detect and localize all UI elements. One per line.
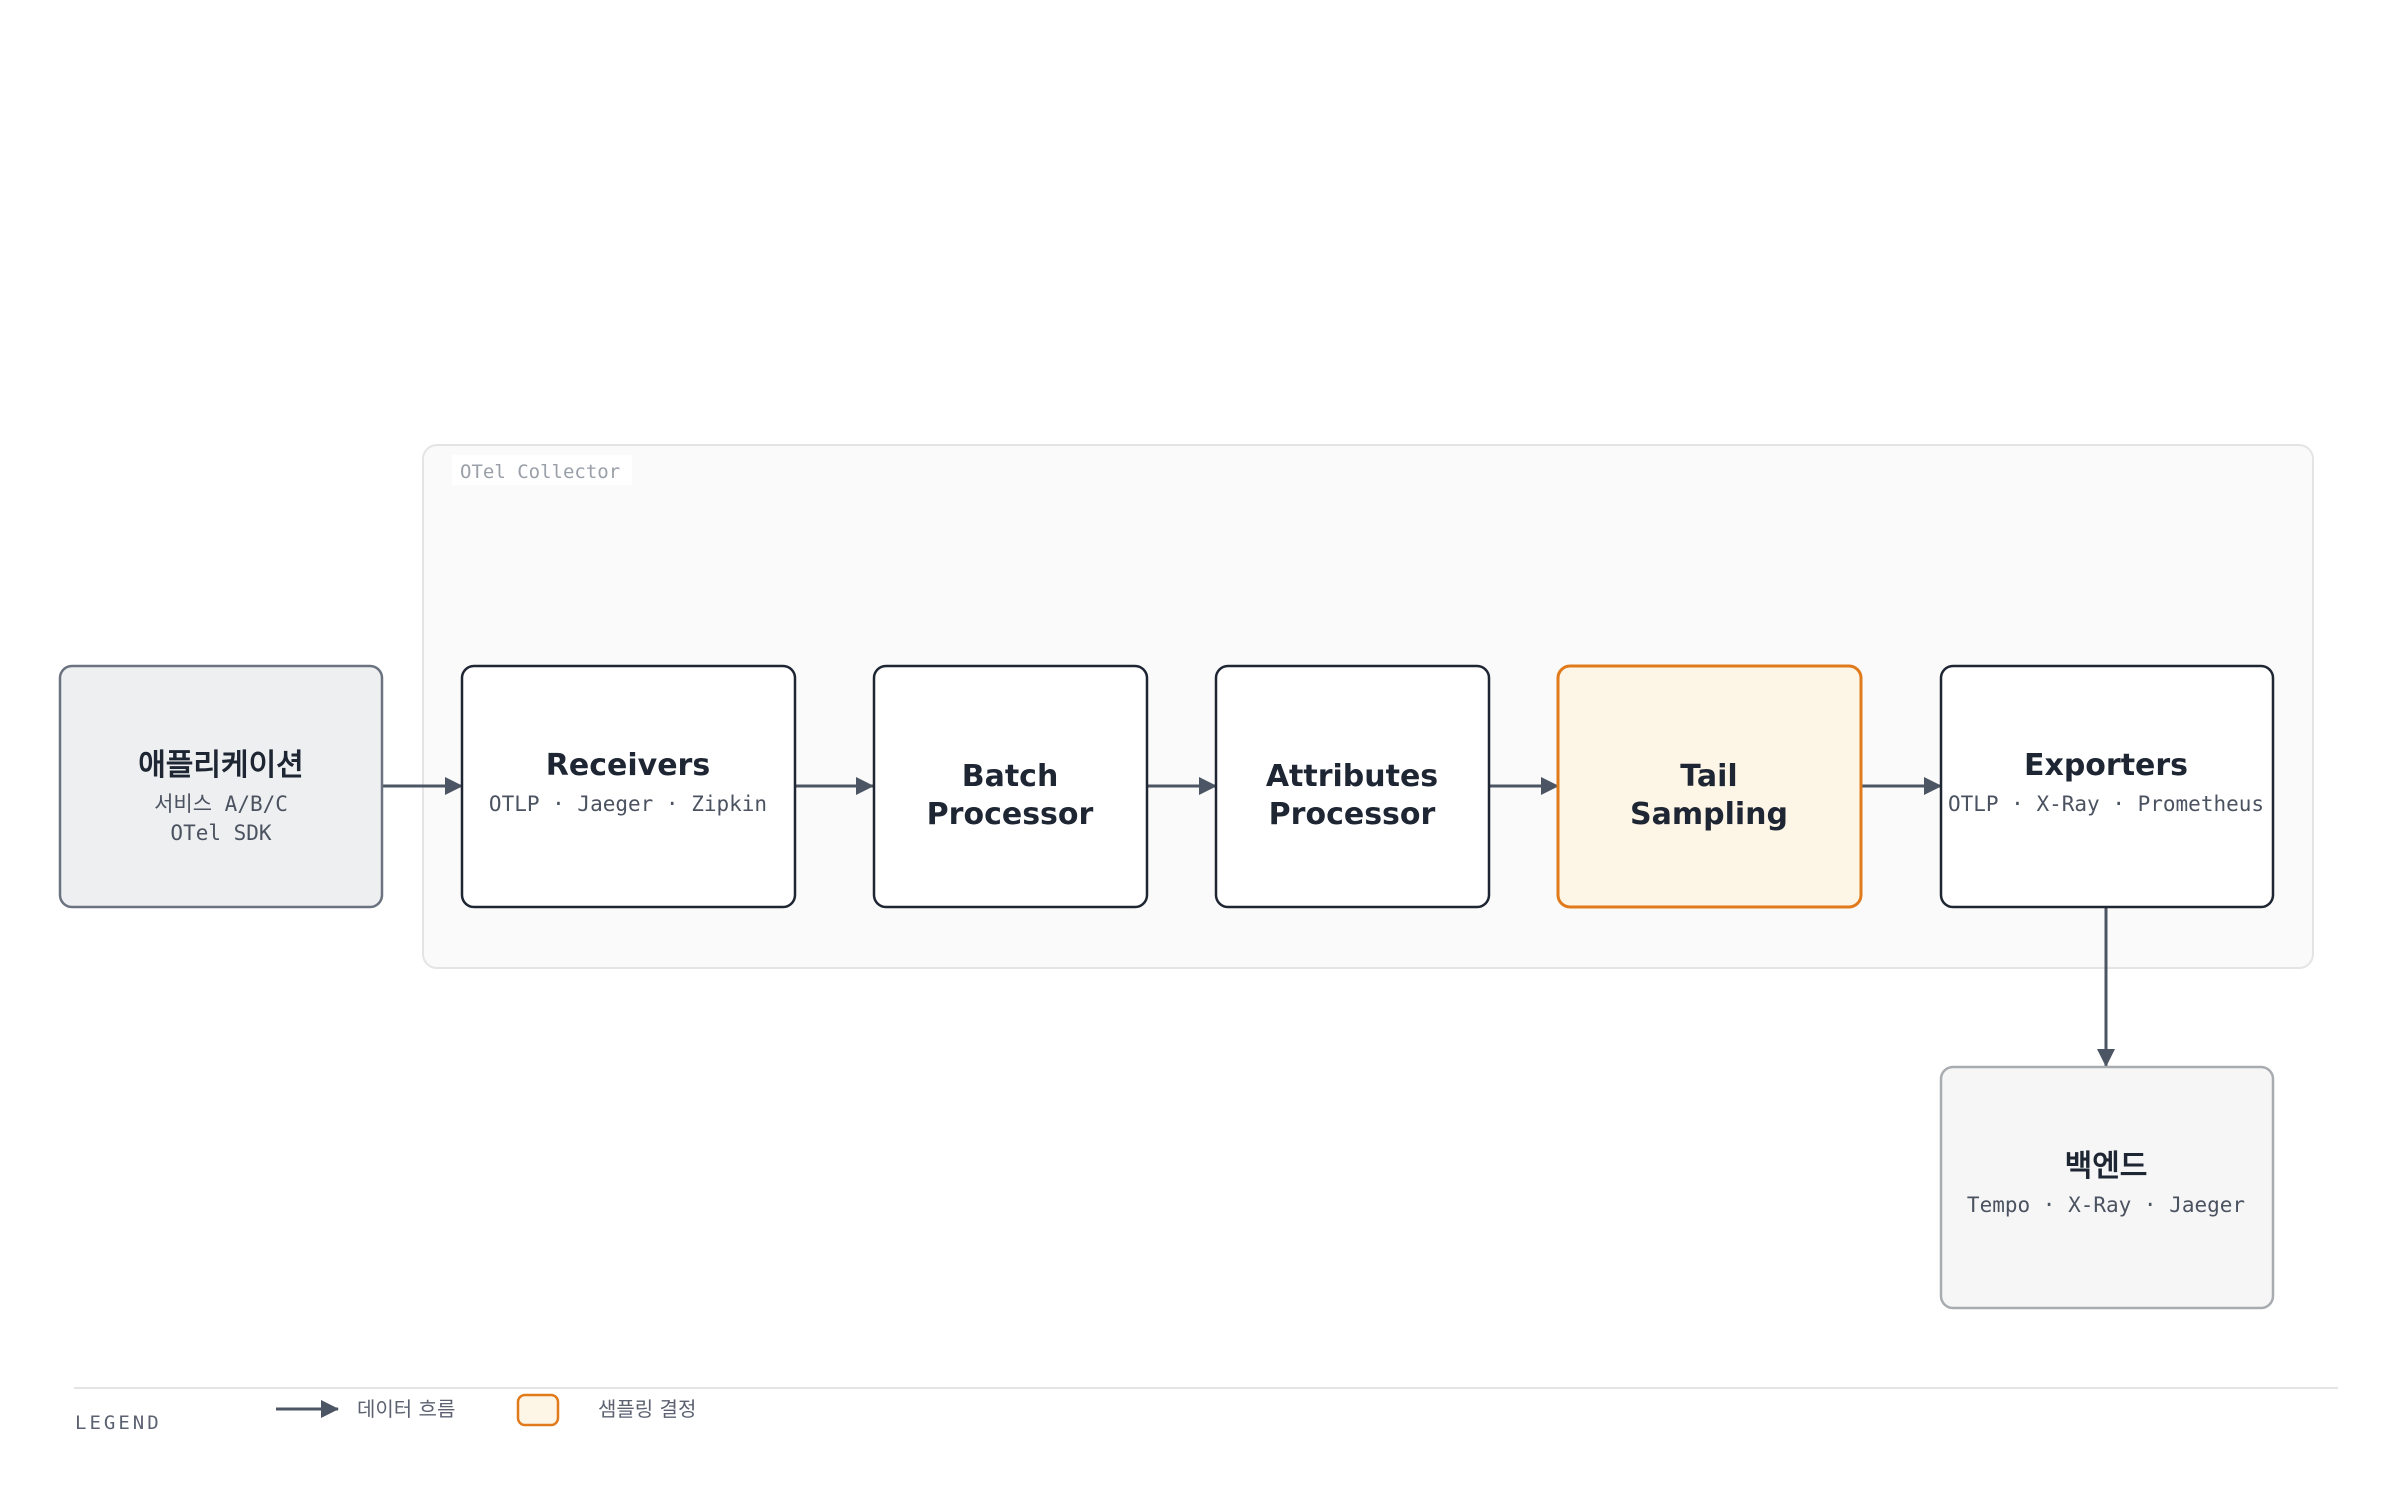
legend-item-label: 샘플링 결정 xyxy=(598,1397,696,1421)
node-attributes-processor: Attributes Processor xyxy=(1214,664,1491,909)
node-receivers-sub: OTLP · Jaeger · Zipkin xyxy=(489,792,767,816)
node-attributes-title-line1: Attributes xyxy=(1266,759,1438,794)
node-exporters: Exporters OTLP · X-Ray · Prometheus xyxy=(1939,664,2275,909)
pipeline-diagram: OTel Collector 애플리케이션 서비스 A/B/C OTel SDK… xyxy=(58,444,2338,1434)
legend: LEGEND 데이터 흐름 샘플링 결정 xyxy=(74,1387,2338,1434)
node-batch-processor: Batch Processor xyxy=(872,664,1149,909)
node-receivers: Receivers OTLP · Jaeger · Zipkin xyxy=(460,664,797,909)
node-backend-sub: Tempo · X-Ray · Jaeger xyxy=(1967,1193,2245,1217)
node-exporters-sub: OTLP · X-Ray · Prometheus xyxy=(1948,792,2264,816)
node-attributes-title-line2: Processor xyxy=(1269,797,1436,832)
node-backend-title: 백엔드 xyxy=(2065,1149,2148,1184)
node-application-sub2: OTel SDK xyxy=(170,821,272,845)
node-tail-sampling: Tail Sampling xyxy=(1556,664,1863,909)
node-application-sub1: 서비스 A/B/C xyxy=(154,792,288,816)
node-application: 애플리케이션 서비스 A/B/C OTel SDK xyxy=(58,664,384,909)
node-tail-title-line2: Sampling xyxy=(1630,797,1788,832)
node-exporters-title: Exporters xyxy=(2024,748,2188,783)
node-batch-title-line2: Processor xyxy=(927,797,1094,832)
node-receivers-title: Receivers xyxy=(546,748,710,783)
node-batch-title-line1: Batch xyxy=(962,759,1059,794)
node-tail-title-line1: Tail xyxy=(1680,759,1737,794)
node-application-title: 애플리케이션 xyxy=(138,748,304,783)
highlight-box-icon xyxy=(516,1393,560,1427)
legend-item-label: 데이터 흐름 xyxy=(357,1397,455,1421)
node-backend: 백엔드 Tempo · X-Ray · Jaeger xyxy=(1939,1065,2275,1310)
legend-title: LEGEND xyxy=(75,1412,162,1434)
group-label: OTel Collector xyxy=(460,461,620,483)
